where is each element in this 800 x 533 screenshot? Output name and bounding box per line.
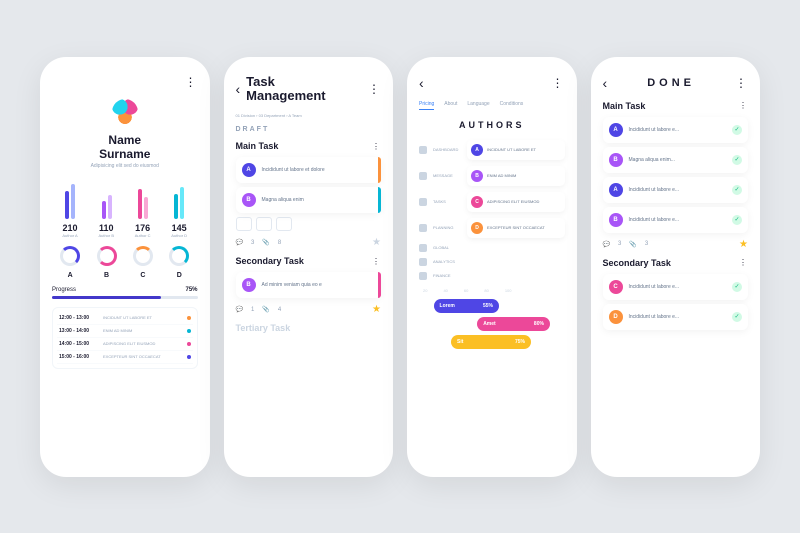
check-icon: ✓ bbox=[732, 282, 742, 292]
nav-label[interactable]: TASKS bbox=[433, 199, 461, 204]
progress-label: Progress bbox=[52, 287, 76, 293]
attachment-icon[interactable] bbox=[236, 217, 252, 231]
task-item[interactable]: BIncididunt ut labore e...✓ bbox=[603, 207, 749, 233]
menu-icon[interactable]: ⋮ bbox=[185, 75, 198, 89]
schedule-row[interactable]: 15:00 - 16:00EXCEPTEUR SINT OCCAECAT bbox=[57, 351, 193, 364]
user-subtitle: Adipisicing elit sed do eiusmod bbox=[52, 163, 198, 169]
attachment-icon[interactable] bbox=[276, 217, 292, 231]
stats-row: 210Author A110Author B176Author C145Auth… bbox=[52, 223, 198, 238]
author-card[interactable]: DEXCEPTEUR SINT OCCAECAT bbox=[467, 218, 565, 238]
main-task-title: Main Task bbox=[603, 101, 646, 111]
task-item[interactable]: AIncididunt ut labore e...✓ bbox=[603, 177, 749, 203]
check-icon: ✓ bbox=[732, 312, 742, 322]
author-card[interactable]: BENIM AD MINIM bbox=[467, 166, 565, 186]
check-icon: ✓ bbox=[732, 125, 742, 135]
section-menu-icon[interactable]: ⋮ bbox=[739, 101, 748, 110]
author-card[interactable]: AINCIDUNT UT LABORE ET bbox=[467, 140, 565, 160]
schedule-row[interactable]: 12:00 - 13:00INCIDUNT UT LABORE ET bbox=[57, 312, 193, 325]
gantt-bar[interactable]: Sit75% bbox=[451, 335, 531, 349]
profile-screen: ⋮ Name Surname Adipisicing elit sed do e… bbox=[40, 57, 210, 477]
star-icon[interactable]: ★ bbox=[372, 304, 381, 315]
done-screen: ‹ DONE ⋮ Main Task ⋮ AIncididunt ut labo… bbox=[591, 57, 761, 477]
back-icon[interactable]: ‹ bbox=[419, 75, 424, 91]
check-icon: ✓ bbox=[732, 185, 742, 195]
menu-icon[interactable]: ⋮ bbox=[551, 76, 564, 90]
star-icon[interactable]: ★ bbox=[372, 237, 381, 248]
nav-label[interactable]: GLOBAL bbox=[433, 245, 461, 250]
progress-value: 75% bbox=[185, 287, 197, 293]
attachment-count-icon[interactable]: 📎 bbox=[262, 306, 269, 313]
section-menu-icon[interactable]: ⋮ bbox=[372, 257, 381, 266]
secondary-task-title: Secondary Task bbox=[603, 258, 671, 268]
nav-label[interactable]: PLANNING bbox=[433, 225, 461, 230]
comment-icon[interactable]: 💬 bbox=[236, 306, 243, 313]
task-item[interactable]: AIncididunt ut labore e...✓ bbox=[603, 117, 749, 143]
schedule-row[interactable]: 14:00 - 15:00ADIPISCING ELIT EIUSMOD bbox=[57, 338, 193, 351]
nav-icon[interactable] bbox=[419, 244, 427, 252]
donut-charts bbox=[52, 246, 198, 266]
tab-pricing[interactable]: Pricing bbox=[419, 101, 434, 110]
comment-icon[interactable]: 💬 bbox=[236, 239, 243, 246]
gantt-bar[interactable]: Lorem55% bbox=[434, 299, 499, 313]
attachment-count-icon[interactable]: 📎 bbox=[262, 239, 269, 246]
progress-bar bbox=[52, 296, 198, 299]
authors-title: AUTHORS bbox=[419, 120, 565, 130]
gantt-bar[interactable]: Amet80% bbox=[477, 317, 550, 331]
attachment-count-icon[interactable]: 📎 bbox=[629, 241, 636, 248]
tab-about[interactable]: About bbox=[444, 101, 457, 110]
breadcrumb[interactable]: 01 Division › 03 Department › A Team bbox=[236, 113, 382, 118]
nav-label[interactable]: ANALYTICS bbox=[433, 259, 461, 264]
menu-icon[interactable]: ⋮ bbox=[368, 82, 381, 96]
check-icon: ✓ bbox=[732, 155, 742, 165]
nav-label[interactable]: MESSAGE bbox=[433, 173, 461, 178]
tab-conditions[interactable]: Conditions bbox=[500, 101, 524, 110]
gantt-chart: 20406080100 Lorem55%Amet80%Sit75% bbox=[419, 288, 565, 349]
task-management-screen: ‹ Task Management ⋮ 01 Division › 03 Dep… bbox=[224, 57, 394, 477]
task-item[interactable]: BAd minim veniam quia eo e bbox=[236, 272, 382, 298]
section-menu-icon[interactable]: ⋮ bbox=[739, 258, 748, 267]
back-icon[interactable]: ‹ bbox=[236, 81, 241, 97]
task-item[interactable]: CIncididunt ut labore e...✓ bbox=[603, 274, 749, 300]
comment-icon[interactable]: 💬 bbox=[603, 241, 610, 248]
author-card[interactable]: CADIPISCING ELIT EIUSMOD bbox=[467, 192, 565, 212]
task-item[interactable]: AIncididunt ut labore et dolore bbox=[236, 157, 382, 183]
attachment-icon[interactable] bbox=[256, 217, 272, 231]
user-name: Name Surname bbox=[52, 133, 198, 161]
star-icon[interactable]: ★ bbox=[739, 239, 748, 250]
nav-icon[interactable] bbox=[419, 198, 427, 206]
authors-screen: ‹ ⋮ Pricing About Language Conditions AUTHO… bbox=[407, 57, 577, 477]
task-item[interactable]: DIncididunt ut labore e...✓ bbox=[603, 304, 749, 330]
draft-label: DRAFT bbox=[236, 126, 382, 133]
nav-icon[interactable] bbox=[419, 258, 427, 266]
main-task-title: Main Task bbox=[236, 141, 279, 151]
screen-title: Task Management bbox=[246, 75, 368, 104]
section-menu-icon[interactable]: ⋮ bbox=[372, 142, 381, 151]
tab-language[interactable]: Language bbox=[467, 101, 489, 110]
secondary-task-title: Secondary Task bbox=[236, 256, 304, 266]
schedule-list: 12:00 - 13:00INCIDUNT UT LABORE ET13:00 … bbox=[52, 307, 198, 369]
bar-chart bbox=[52, 179, 198, 219]
menu-icon[interactable]: ⋮ bbox=[735, 76, 748, 90]
nav-icon[interactable] bbox=[419, 146, 427, 154]
done-title: DONE bbox=[607, 77, 735, 89]
check-icon: ✓ bbox=[732, 215, 742, 225]
nav-label[interactable]: FINANCE bbox=[433, 273, 461, 278]
nav-icon[interactable] bbox=[419, 172, 427, 180]
nav-icon[interactable] bbox=[419, 272, 427, 280]
tertiary-task-title: Tertiary Task bbox=[236, 323, 382, 333]
nav-icon[interactable] bbox=[419, 224, 427, 232]
schedule-row[interactable]: 13:00 - 14:00ENIM AD MINIM bbox=[57, 325, 193, 338]
task-item[interactable]: BMagna aliqua enim...✓ bbox=[603, 147, 749, 173]
nav-label[interactable]: DASHBOARD bbox=[433, 147, 461, 152]
app-logo bbox=[112, 99, 138, 125]
task-item[interactable]: BMagna aliqua enim bbox=[236, 187, 382, 213]
